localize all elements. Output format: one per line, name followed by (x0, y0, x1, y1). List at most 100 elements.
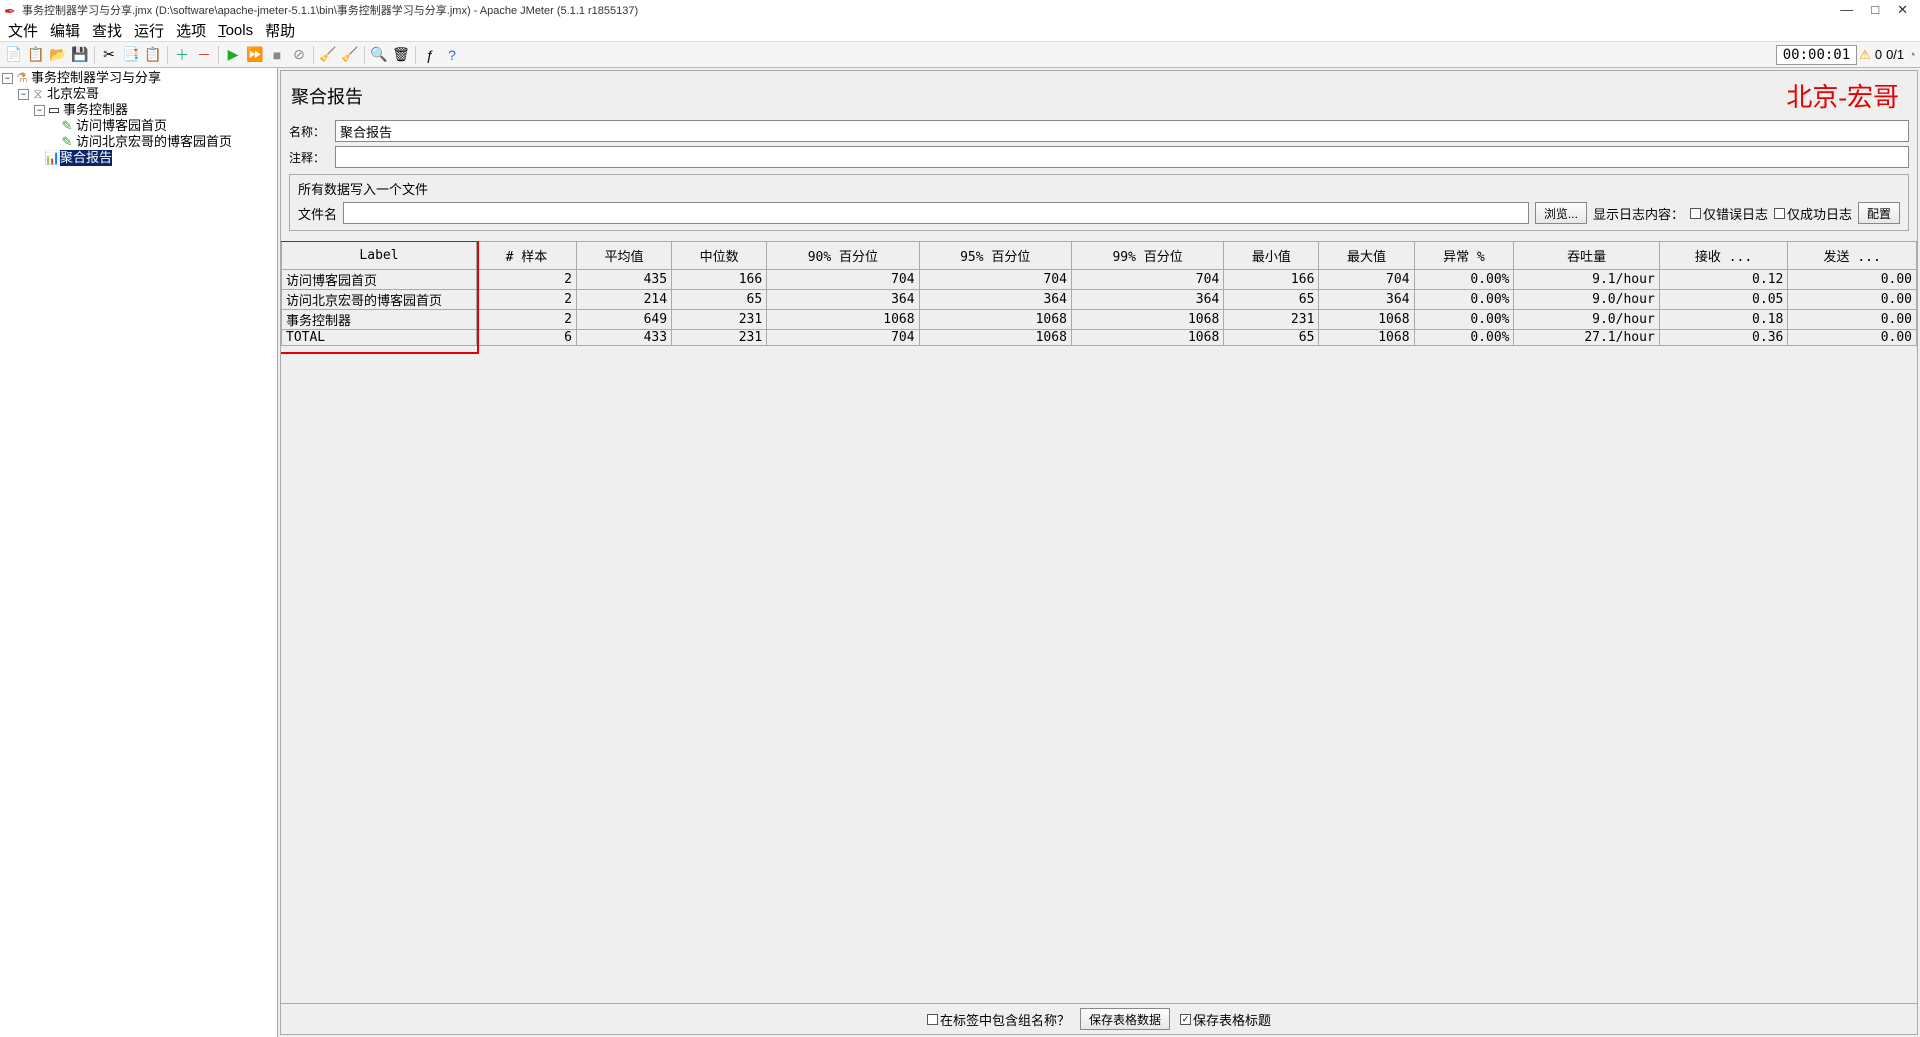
search-icon[interactable]: 🔍 (369, 45, 389, 65)
menu-help[interactable]: 帮助 (261, 20, 299, 41)
col-header[interactable]: 90% 百分位 (767, 242, 919, 270)
collapse-icon[interactable]: − (2, 73, 13, 84)
include-group-checkbox[interactable]: 在标签中包含组名称？ (927, 1010, 1070, 1029)
test-plan-tree[interactable]: − ⚗ 事务控制器学习与分享 − ⧖ 北京宏哥 − ▭ 事务控制器 ✎ 访问博客… (0, 68, 278, 1037)
close-button[interactable]: ✕ (1897, 2, 1908, 18)
col-header[interactable]: 最小值 (1224, 242, 1319, 270)
table-cell: 364 (919, 290, 1071, 310)
clear-all-icon[interactable]: 🧹 (340, 45, 360, 65)
separator (218, 46, 219, 64)
toolbar: 📄 📋 📂 💾 ✂ 📑 📋 ＋ － ▶ ⏩ ■ ⊘ 🧹 🧹 🔍 🗑 ƒ ? 00… (0, 42, 1920, 68)
menu-file[interactable]: 文件 (4, 20, 42, 41)
menu-search[interactable]: 查找 (88, 20, 126, 41)
maximize-button[interactable]: □ (1871, 2, 1879, 18)
tree-aggregate-report[interactable]: 📊 聚合报告 (2, 150, 275, 166)
listener-icon: 📊 (44, 150, 58, 166)
copy-icon[interactable]: 📑 (121, 45, 141, 65)
col-header[interactable]: # 样本 (477, 242, 577, 270)
table-cell: 704 (919, 270, 1071, 290)
menu-options[interactable]: 选项 (172, 20, 210, 41)
collapse-icon[interactable]: − (34, 105, 45, 116)
paste-icon[interactable]: 📋 (143, 45, 163, 65)
watermark: 北京-宏哥 (1786, 77, 1907, 114)
table-cell: 166 (1224, 270, 1319, 290)
col-header[interactable]: 接收 ... (1659, 242, 1788, 270)
table-cell: 649 (576, 310, 671, 330)
window-title: 事务控制器学习与分享.jmx (D:\software\apache-jmete… (22, 2, 1840, 18)
start-no-pause-icon[interactable]: ⏩ (245, 45, 265, 65)
menu-bar: 文件 编辑 查找 运行 选项 Tools 帮助 (0, 20, 1920, 42)
add-icon[interactable]: ＋ (172, 45, 192, 65)
menu-run[interactable]: 运行 (130, 20, 168, 41)
templates-icon[interactable]: 📋 (26, 45, 46, 65)
threadgroup-icon: ⧖ (31, 86, 45, 102)
table-cell: 0.12 (1659, 270, 1788, 290)
filename-input[interactable] (343, 202, 1529, 224)
col-header[interactable]: 异常 % (1414, 242, 1514, 270)
col-header[interactable]: 中位数 (672, 242, 767, 270)
separator (313, 46, 314, 64)
table-cell: 0.00 (1788, 310, 1917, 330)
elapsed-timer: 00:00:01 (1776, 45, 1857, 65)
table-cell: 65 (1224, 290, 1319, 310)
remove-icon[interactable]: － (194, 45, 214, 65)
open-icon[interactable]: 📂 (48, 45, 68, 65)
reset-search-icon[interactable]: 🗑 (391, 45, 411, 65)
table-cell: 364 (1071, 290, 1223, 310)
menu-tools[interactable]: Tools (214, 22, 257, 39)
collapse-icon[interactable]: − (18, 89, 29, 100)
col-header[interactable]: 99% 百分位 (1071, 242, 1223, 270)
comment-label: 注释： (289, 149, 329, 166)
tree-thread-group[interactable]: − ⧖ 北京宏哥 (2, 86, 275, 102)
name-input[interactable] (335, 120, 1909, 142)
col-header[interactable]: 95% 百分位 (919, 242, 1071, 270)
col-header[interactable]: Label (282, 242, 477, 270)
only-error-checkbox[interactable]: 仅错误日志 (1690, 204, 1768, 223)
results-table[interactable]: Label# 样本平均值中位数90% 百分位95% 百分位99% 百分位最小值最… (281, 241, 1917, 346)
browse-button[interactable]: 浏览... (1535, 202, 1587, 224)
table-cell: 2 (477, 290, 577, 310)
shutdown-icon[interactable]: ⊘ (289, 45, 309, 65)
table-cell: 704 (1319, 270, 1414, 290)
separator (167, 46, 168, 64)
configure-button[interactable]: 配置 (1858, 202, 1900, 224)
new-icon[interactable]: 📄 (4, 45, 24, 65)
col-header[interactable]: 平均值 (576, 242, 671, 270)
tree-http-request-1[interactable]: ✎ 访问博客园首页 (2, 118, 275, 134)
tree-http-request-2[interactable]: ✎ 访问北京宏哥的博客园首页 (2, 134, 275, 150)
table-row[interactable]: 访问博客园首页24351667047047041667040.00%9.1/ho… (282, 270, 1917, 290)
col-header[interactable]: 发送 ... (1788, 242, 1917, 270)
cut-icon[interactable]: ✂ (99, 45, 119, 65)
col-header[interactable]: 最大值 (1319, 242, 1414, 270)
function-helper-icon[interactable]: ƒ (420, 45, 440, 65)
table-cell: 65 (1224, 330, 1319, 346)
clear-icon[interactable]: 🧹 (318, 45, 338, 65)
table-cell: 0.36 (1659, 330, 1788, 346)
table-row[interactable]: TOTAL6433231704106810686510680.00%27.1/h… (282, 330, 1917, 346)
stop-icon[interactable]: ■ (267, 45, 287, 65)
help-icon[interactable]: ? (442, 45, 462, 65)
table-cell: 9.0/hour (1514, 290, 1659, 310)
tree-transaction-controller[interactable]: − ▭ 事务控制器 (2, 102, 275, 118)
table-cell: 433 (576, 330, 671, 346)
save-table-header-checkbox[interactable]: ✓保存表格标题 (1180, 1010, 1271, 1029)
table-cell: 6 (477, 330, 577, 346)
footer-bar: 在标签中包含组名称？ 保存表格数据 ✓保存表格标题 (281, 1003, 1917, 1034)
start-icon[interactable]: ▶ (223, 45, 243, 65)
menu-edit[interactable]: 编辑 (46, 20, 84, 41)
table-cell: 1068 (919, 330, 1071, 346)
table-row[interactable]: 访问北京宏哥的博客园首页221465364364364653640.00%9.0… (282, 290, 1917, 310)
comment-input[interactable] (335, 146, 1909, 168)
save-icon[interactable]: 💾 (70, 45, 90, 65)
tree-root[interactable]: − ⚗ 事务控制器学习与分享 (2, 70, 275, 86)
table-row[interactable]: 事务控制器264923110681068106823110680.00%9.0/… (282, 310, 1917, 330)
gauge-icon: ◔ (1908, 47, 1916, 62)
table-cell: 364 (767, 290, 919, 310)
col-header[interactable]: 吞吐量 (1514, 242, 1659, 270)
table-cell: 704 (767, 330, 919, 346)
save-table-data-button[interactable]: 保存表格数据 (1080, 1008, 1170, 1030)
warning-count: 0 (1875, 47, 1882, 62)
warning-icon[interactable]: ⚠ (1859, 47, 1871, 63)
only-success-checkbox[interactable]: 仅成功日志 (1774, 204, 1852, 223)
minimize-button[interactable]: — (1840, 2, 1853, 18)
